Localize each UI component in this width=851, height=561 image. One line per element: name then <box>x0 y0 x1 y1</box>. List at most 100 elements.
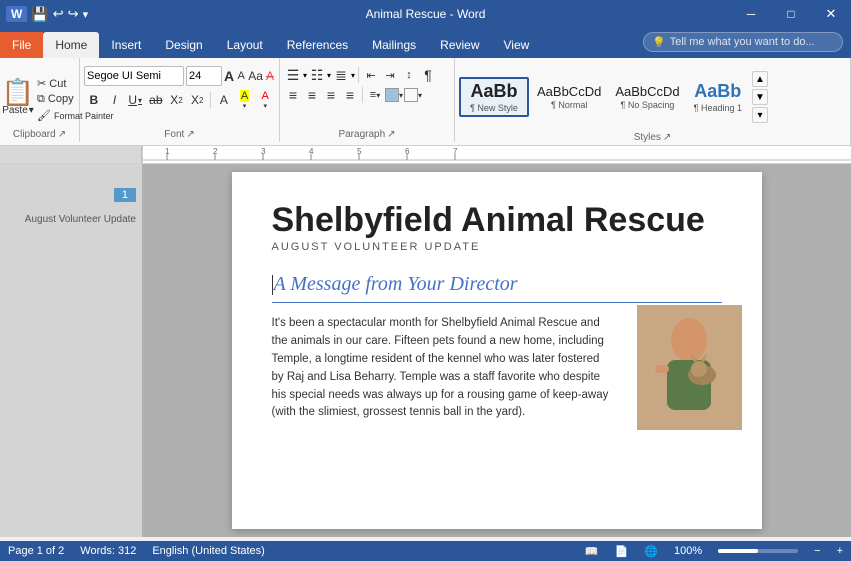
text-effects-button[interactable]: A <box>214 90 234 110</box>
view-print-icon[interactable]: 📄 <box>615 545 629 558</box>
sort-button[interactable]: ↕ <box>400 66 418 84</box>
document-subtitle: AUGUST VOLUNTEER UPDATE <box>272 241 722 253</box>
superscript-button[interactable]: X2 <box>187 90 207 110</box>
style-heading1[interactable]: AaBb ¶ Heading 1 <box>688 77 748 117</box>
lightbulb-icon: 💡 <box>652 36 666 49</box>
style-no-spacing-label: ¶ No Spacing <box>621 100 675 110</box>
change-case-button[interactable]: Aa <box>248 67 263 85</box>
bold-button[interactable]: B <box>84 90 104 110</box>
svg-text:6: 6 <box>405 147 410 156</box>
text-cursor-indicator <box>258 281 260 301</box>
underline-button[interactable]: U▾ <box>125 90 145 110</box>
document-page: Shelbyfield Animal Rescue AUGUST VOLUNTE… <box>142 164 851 537</box>
tab-home[interactable]: Home <box>43 32 99 58</box>
grow-font-button[interactable]: A <box>224 67 234 85</box>
ruler-main: 1 2 3 4 5 6 7 <box>142 146 851 163</box>
zoom-in-icon[interactable]: + <box>837 545 843 557</box>
style-new-style-preview: AaBb <box>470 81 517 103</box>
clipboard-section: 📋 Paste▾ ✂ Cut ⧉ Copy 🖌 Format Painter C… <box>0 58 80 142</box>
tab-view[interactable]: View <box>492 32 542 58</box>
style-normal-preview: AaBbCcDd <box>537 84 601 101</box>
paragraph-section: ☰▾ ☷▾ ≣▾ ⇤ ⇥ ↕ ¶ ≡ ≡ ≡ ≡ ≡▾ <box>280 58 455 142</box>
styles-expand-icon[interactable]: ↗ <box>663 132 671 143</box>
subscript-button[interactable]: X2 <box>167 90 187 110</box>
document-heading: A Message from Your Director <box>272 273 722 303</box>
view-web-icon[interactable]: 🌐 <box>644 545 658 558</box>
zoom-out-icon[interactable]: − <box>814 545 820 557</box>
zoom-slider[interactable] <box>718 549 798 553</box>
shrink-font-button[interactable]: A <box>236 67 246 85</box>
menu-tabs: File Home Insert Design Layout Reference… <box>0 28 851 58</box>
font-color-button[interactable]: A ▾ <box>255 90 275 110</box>
page-body[interactable]: Shelbyfield Animal Rescue AUGUST VOLUNTE… <box>232 172 762 529</box>
style-normal-label: ¶ Normal <box>551 100 587 110</box>
tab-mailings[interactable]: Mailings <box>360 32 428 58</box>
tab-review[interactable]: Review <box>428 32 491 58</box>
line-spacing-button[interactable]: ≡▾ <box>366 86 384 104</box>
redo-icon[interactable]: ↪ <box>68 6 79 22</box>
tab-design[interactable]: Design <box>153 32 214 58</box>
strikethrough-button[interactable]: ab <box>146 90 166 110</box>
show-marks-button[interactable]: ¶ <box>419 66 437 84</box>
tell-me-placeholder: Tell me what you want to do... <box>670 36 815 48</box>
align-right-button[interactable]: ≡ <box>322 86 340 104</box>
bullets-button[interactable]: ☰ <box>284 66 302 84</box>
doc-left-sidebar: 1 August Volunteer Update <box>0 164 142 537</box>
align-left-button[interactable]: ≡ <box>284 86 302 104</box>
tab-insert[interactable]: Insert <box>99 32 153 58</box>
status-language: English (United States) <box>152 545 265 557</box>
svg-text:7: 7 <box>453 147 458 156</box>
highlight-button[interactable]: A ▾ <box>235 90 255 110</box>
ruler-side <box>0 146 142 163</box>
italic-button[interactable]: I <box>105 90 125 110</box>
tab-file[interactable]: File <box>0 32 43 58</box>
undo-icon[interactable]: ↩ <box>53 6 64 22</box>
multilevel-list-button[interactable]: ≣ <box>332 66 350 84</box>
view-read-icon[interactable]: 📖 <box>585 545 599 558</box>
style-normal[interactable]: AaBbCcDd ¶ Normal <box>531 80 607 115</box>
close-button[interactable]: ✕ <box>811 0 851 28</box>
svg-text:1: 1 <box>165 147 170 156</box>
numbering-button[interactable]: ☷ <box>308 66 326 84</box>
style-heading1-label: ¶ Heading 1 <box>694 103 742 113</box>
tab-references[interactable]: References <box>275 32 360 58</box>
style-no-spacing[interactable]: AaBbCcDd ¶ No Spacing <box>609 80 685 115</box>
font-size-input[interactable] <box>186 66 222 86</box>
zoom-level: 100% <box>674 545 702 557</box>
maximize-button[interactable]: □ <box>771 0 811 28</box>
minimize-button[interactable]: ─ <box>731 0 771 28</box>
paragraph-expand-icon[interactable]: ↗ <box>387 129 395 140</box>
decrease-indent-button[interactable]: ⇤ <box>362 66 380 84</box>
style-new-style-label: ¶ New Style <box>470 103 518 113</box>
align-center-button[interactable]: ≡ <box>303 86 321 104</box>
tab-layout[interactable]: Layout <box>215 32 275 58</box>
font-name-input[interactable] <box>84 66 184 86</box>
ruler-svg: 1 2 3 4 5 6 7 <box>143 146 851 163</box>
customize-icon[interactable]: ▾ <box>83 8 89 21</box>
borders-button[interactable]: ▾ <box>404 86 422 104</box>
increase-indent-button[interactable]: ⇥ <box>381 66 399 84</box>
justify-button[interactable]: ≡ <box>341 86 359 104</box>
styles-scroll-down[interactable]: ▼ <box>752 89 768 105</box>
styles-label: Styles <box>634 132 661 143</box>
svg-text:3: 3 <box>261 147 266 156</box>
style-new-style[interactable]: AaBb ¶ New Style <box>459 77 529 117</box>
style-no-spacing-preview: AaBbCcDd <box>615 84 679 101</box>
styles-more[interactable]: ▾ <box>752 107 768 123</box>
save-icon[interactable]: 💾 <box>31 6 48 23</box>
tell-me-input[interactable]: 💡 Tell me what you want to do... <box>643 32 843 52</box>
svg-text:5: 5 <box>357 147 362 156</box>
title-bar-title: Animal Rescue - Word <box>366 7 486 21</box>
clipboard-expand-icon[interactable]: ↗ <box>58 129 66 140</box>
paste-button[interactable]: 📋 Paste▾ <box>4 77 32 118</box>
clear-format-button[interactable]: A <box>265 67 275 85</box>
document-body: It's been a spectacular month for Shelby… <box>272 315 612 422</box>
window-controls[interactable]: ─ □ ✕ <box>731 0 851 28</box>
page-number-badge: 1 <box>114 188 136 202</box>
paste-icon: 📋 <box>2 79 34 105</box>
font-expand-icon[interactable]: ↗ <box>186 129 194 140</box>
status-page-info: Page 1 of 2 <box>8 545 64 557</box>
styles-scroll-up[interactable]: ▲ <box>752 71 768 87</box>
svg-text:2: 2 <box>213 147 218 156</box>
shading-button[interactable]: ▾ <box>385 86 403 104</box>
